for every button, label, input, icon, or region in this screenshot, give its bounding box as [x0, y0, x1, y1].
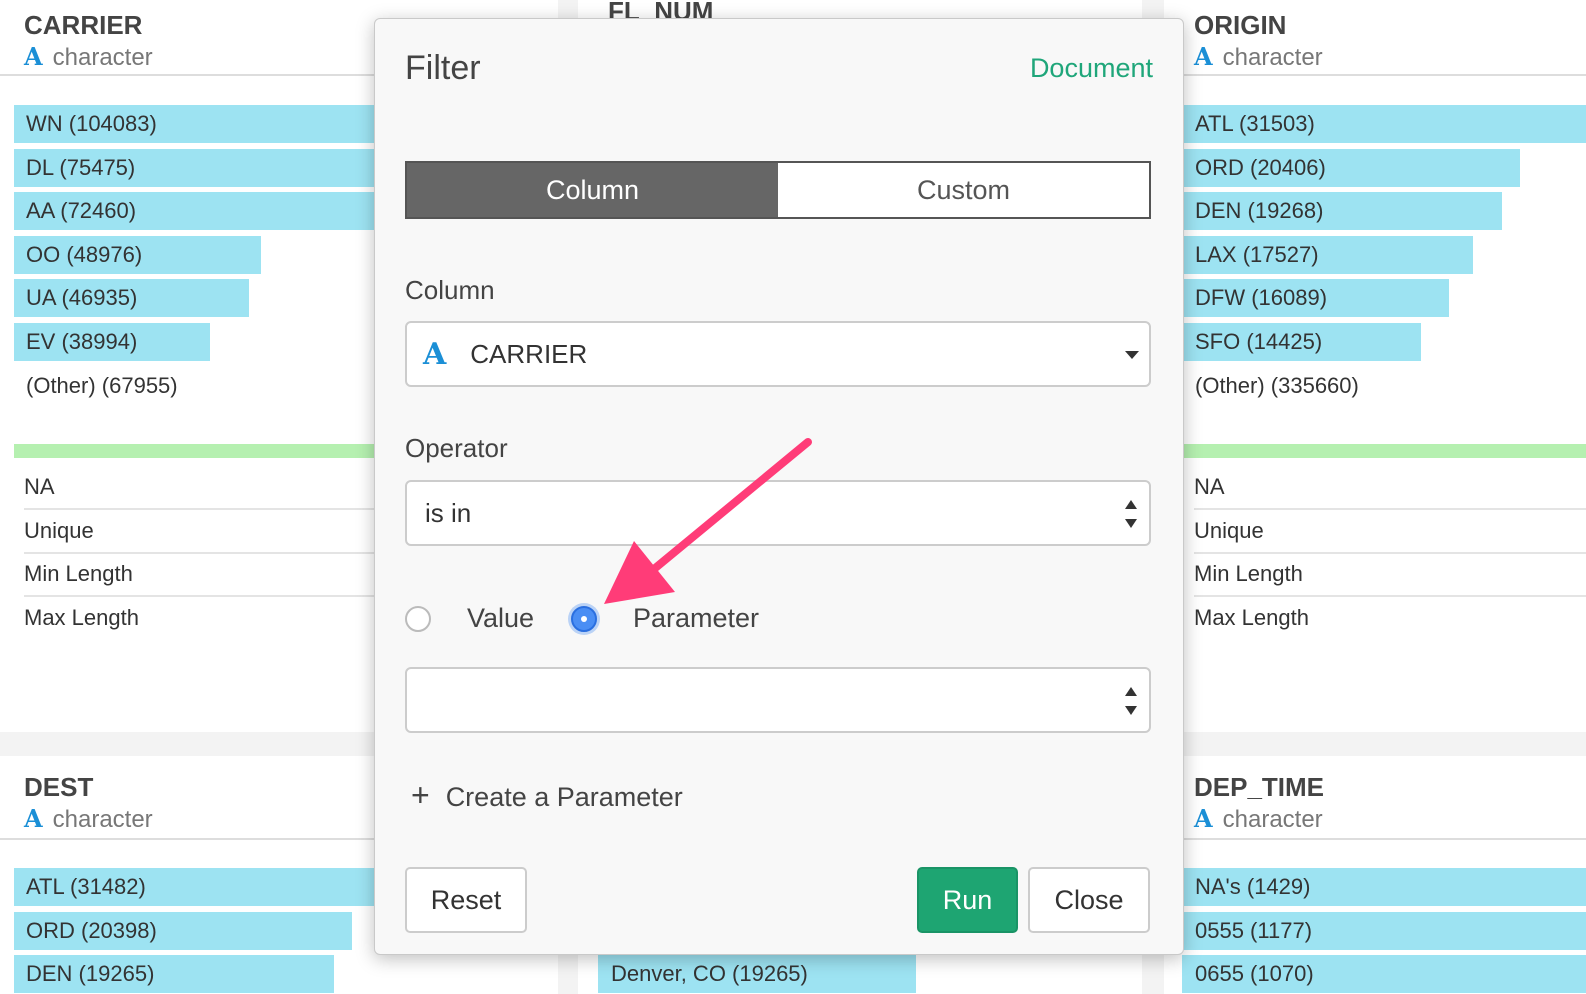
chevron-down-icon — [1125, 351, 1139, 359]
run-button[interactable]: Run — [917, 867, 1018, 933]
histogram-bar-label: AA (72460) — [26, 198, 137, 223]
histogram-bar-label: 0655 (1070) — [1195, 961, 1314, 986]
select-arrows-icon — [1125, 500, 1139, 528]
stat-na: NA — [1194, 465, 1586, 510]
column-type-label: character — [52, 806, 153, 833]
histogram-bar-label: ATL (31482) — [26, 874, 146, 899]
create-parameter-link[interactable]: + Create a Parameter — [411, 777, 683, 814]
value-radio-label[interactable]: Value — [467, 603, 534, 634]
operator-select[interactable]: is in — [405, 480, 1151, 546]
divider — [1164, 838, 1586, 840]
filter-dialog: Filter Document Column Custom Column A C… — [374, 18, 1184, 955]
histogram-bar-label: DFW (16089) — [1195, 285, 1328, 310]
parameter-select[interactable] — [405, 667, 1151, 733]
histogram-bar-label: ATL (31503) — [1195, 111, 1315, 136]
histogram-bar-label: ORD (20406) — [1195, 155, 1326, 180]
histogram-bar-label: NA's (1429) — [1195, 874, 1311, 899]
column-type: Acharacter — [1194, 804, 1323, 834]
parameter-radio[interactable] — [571, 606, 597, 632]
column-title: DEST — [24, 772, 94, 802]
column-title: CARRIER — [24, 10, 143, 40]
histogram-bar-label: DEN (19268) — [1195, 198, 1324, 223]
parameter-radio-label[interactable]: Parameter — [633, 603, 759, 634]
column-type-label: character — [1222, 806, 1323, 833]
histogram-bar-label: ORD (20398) — [26, 918, 157, 943]
column-field-label: Column — [405, 275, 495, 305]
other-count: (Other) (67955) — [26, 373, 178, 398]
filter-mode-toggle: Column Custom — [405, 161, 1151, 219]
stat-max-length: Max Length — [1194, 605, 1309, 630]
character-type-icon: A — [24, 42, 43, 71]
character-type-icon: A — [1194, 42, 1213, 71]
histogram-bar-label: OO (48976) — [26, 242, 143, 267]
histogram-bar-label: DEN (19265) — [26, 961, 155, 986]
column-title: DEP_TIME — [1194, 772, 1325, 802]
operator-field-label: Operator — [405, 433, 508, 463]
histogram-bar-label: EV (38994) — [26, 329, 138, 354]
divider — [1164, 74, 1586, 76]
operator-select-value: is in — [425, 497, 472, 528]
reset-button[interactable]: Reset — [405, 867, 527, 933]
other-count: (Other) (335660) — [1195, 373, 1359, 398]
close-button[interactable]: Close — [1028, 867, 1150, 933]
valid-values-bar — [1182, 444, 1586, 458]
plus-icon: + — [411, 777, 430, 813]
histogram-bar-label: UA (46935) — [26, 285, 138, 310]
column-select[interactable]: A CARRIER — [405, 321, 1151, 387]
character-type-icon: A — [24, 804, 43, 833]
column-type-label: character — [52, 44, 153, 71]
histogram-bar-label: LAX (17527) — [1195, 242, 1319, 267]
character-type-icon: A — [423, 336, 447, 372]
character-type-icon: A — [1194, 804, 1213, 833]
stat-min-length: Min Length — [1194, 552, 1586, 597]
stat-unique: Unique — [1194, 509, 1586, 554]
histogram-bar-label: 0555 (1177) — [1195, 918, 1313, 943]
histogram-bar-label: WN (104083) — [26, 111, 157, 136]
column-select-value: CARRIER — [470, 338, 588, 369]
value-radio[interactable] — [405, 606, 431, 632]
dialog-title: Filter — [405, 49, 481, 87]
column-type-label: character — [1222, 44, 1323, 71]
column-type: Acharacter — [1194, 42, 1323, 72]
create-parameter-label: Create a Parameter — [445, 782, 683, 812]
histogram-bar-label: Denver, CO (19265) — [611, 961, 808, 986]
select-arrows-icon — [1125, 687, 1139, 715]
histogram-bar-label: DL (75475) — [26, 155, 136, 180]
origin-column-card: ORIGIN Acharacter ATL (31503) ORD (20406… — [1164, 0, 1586, 732]
column-title: ORIGIN — [1194, 10, 1287, 40]
document-link[interactable]: Document — [1030, 53, 1153, 84]
tab-column[interactable]: Column — [407, 163, 778, 217]
column-type: Acharacter — [24, 42, 153, 72]
histogram-bar-label: SFO (14425) — [1195, 329, 1323, 354]
dep-time-column-card: DEP_TIME Acharacter NA's (1429) 0555 (11… — [1164, 756, 1586, 994]
tab-custom[interactable]: Custom — [778, 163, 1149, 217]
column-type: Acharacter — [24, 804, 153, 834]
